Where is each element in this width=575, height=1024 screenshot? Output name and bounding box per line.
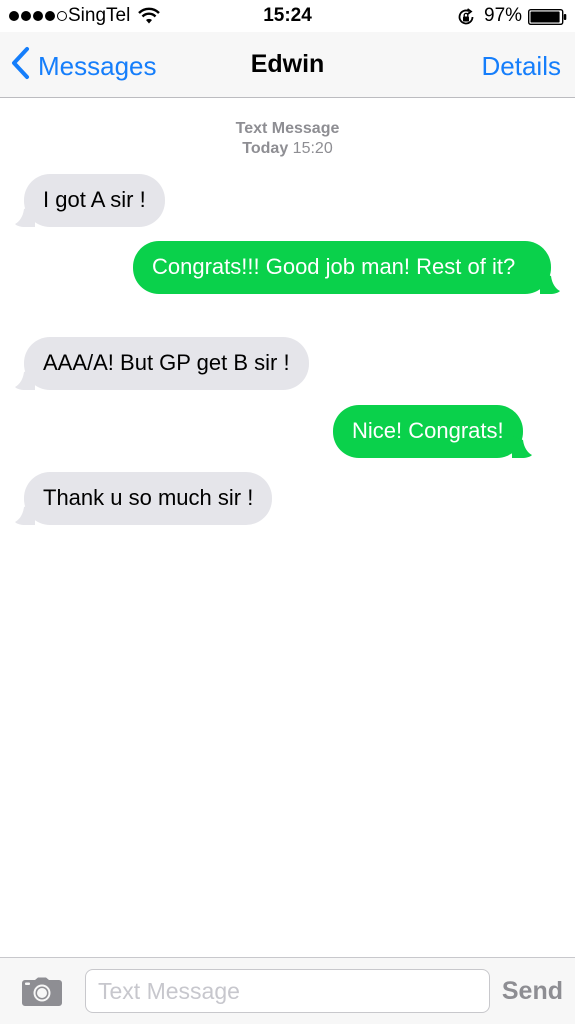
send-button[interactable]: Send (502, 977, 563, 1006)
outgoing-message-bubble[interactable]: Nice! Congrats! (333, 405, 532, 458)
bubble-tail-icon (511, 436, 532, 458)
message-text: Congrats!!! Good job man! Rest of it? (152, 254, 516, 279)
message-text: AAA/A! But GP get B sir ! (43, 350, 290, 375)
incoming-message-bubble[interactable]: Thank u so much sir ! (15, 472, 273, 525)
message-text: I got A sir ! (43, 187, 146, 212)
message-text: Nice! Congrats! (352, 418, 504, 443)
bubble-tail-icon (15, 205, 35, 227)
outgoing-message-bubble[interactable]: Congrats!!! Good job man! Rest of it? (133, 241, 560, 294)
details-button[interactable]: Details (482, 51, 561, 82)
battery-percentage: 97% (484, 5, 523, 26)
bubble-tail-icon (540, 272, 560, 294)
rotation-lock-icon (456, 7, 476, 32)
incoming-message-bubble[interactable]: AAA/A! But GP get B sir ! (15, 337, 309, 390)
date-label: Today 15:20 (242, 140, 333, 157)
navigation-bar: Messages Edwin Details (0, 32, 575, 98)
incoming-message-bubble[interactable]: I got A sir ! (15, 174, 165, 227)
message-text: Thank u so much sir ! (43, 485, 254, 510)
service-label: Text Message (235, 120, 340, 137)
battery-icon (527, 8, 568, 30)
bubble-tail-icon (15, 368, 35, 390)
message-text-field[interactable] (85, 969, 490, 1013)
message-input-bar: Send (0, 957, 575, 1024)
bubble-tail-icon (15, 503, 35, 525)
thread-timestamp: Text Message Today 15:20 (0, 119, 575, 159)
status-bar: SingTel 15:24 97% (0, 0, 575, 32)
camera-icon[interactable] (21, 977, 63, 1012)
